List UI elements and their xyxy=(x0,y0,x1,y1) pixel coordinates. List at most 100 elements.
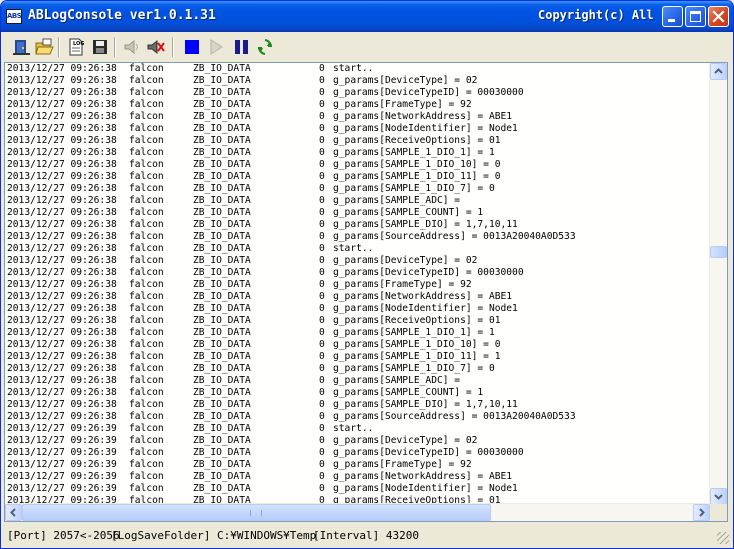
open-folder-button[interactable] xyxy=(34,37,54,57)
log-host: falcon xyxy=(129,327,164,338)
log-message: g_params[SAMPLE_1_DIO_11] = 1 xyxy=(333,351,501,362)
log-message: g_params[DeviceTypeID] = 00030000 xyxy=(333,87,524,98)
log-host: falcon xyxy=(129,423,164,434)
log-line: 2013/12/27 09:26:38 falcon ZB_IO_DATA 0 g_pa… xyxy=(7,411,712,423)
log-level: 0 xyxy=(319,99,325,110)
log-message: g_params[SAMPLE_1_DIO_11] = 0 xyxy=(333,171,501,182)
log-level: 0 xyxy=(319,135,325,146)
log-icon: LOG xyxy=(69,38,84,56)
app-window: ABS ABLogConsole ver1.0.1.31 Copyright(c… xyxy=(0,0,734,549)
log-category: ZB_IO_DATA xyxy=(193,243,251,254)
minimize-button[interactable] xyxy=(662,6,683,27)
sound-mute-button[interactable] xyxy=(146,37,166,57)
log-level: 0 xyxy=(319,459,325,470)
log-timestamp: 2013/12/27 09:26:38 xyxy=(7,327,117,338)
log-message: g_params[FrameType] = 92 xyxy=(333,99,472,110)
log-line: 2013/12/27 09:26:38 falcon ZB_IO_DATA 0 g_pa… xyxy=(7,87,712,99)
log-button[interactable]: LOG xyxy=(66,37,86,57)
exit-button[interactable] xyxy=(12,37,32,57)
log-message: g_params[SAMPLE_DIO] = 1,7,10,11 xyxy=(333,399,518,410)
log-line: 2013/12/27 09:26:38 falcon ZB_IO_DATA 0 g_pa… xyxy=(7,327,712,339)
log-category: ZB_IO_DATA xyxy=(193,207,251,218)
log-timestamp: 2013/12/27 09:26:38 xyxy=(7,195,117,206)
log-level: 0 xyxy=(319,147,325,158)
log-category: ZB_IO_DATA xyxy=(193,459,251,470)
sound-on-button[interactable] xyxy=(122,37,142,57)
log-level: 0 xyxy=(319,291,325,302)
scroll-corner xyxy=(710,504,727,521)
stop-button[interactable] xyxy=(182,37,202,57)
log-line: 2013/12/27 09:26:38 falcon ZB_IO_DATA 0 g_pa… xyxy=(7,303,712,315)
log-category: ZB_IO_DATA xyxy=(193,447,251,458)
log-timestamp: 2013/12/27 09:26:38 xyxy=(7,303,117,314)
chevron-left-icon xyxy=(10,508,16,517)
log-category: ZB_IO_DATA xyxy=(193,219,251,230)
log-message: g_params[FrameType] = 92 xyxy=(333,459,472,470)
scroll-right-button[interactable] xyxy=(693,504,710,521)
log-message: g_params[DeviceTypeID] = 00030000 xyxy=(333,267,524,278)
horizontal-scroll-thumb[interactable] xyxy=(22,504,491,521)
log-view[interactable]: 2013/12/27 09:26:38 falcon ZB_IO_DATA 0 star… xyxy=(4,62,728,522)
scroll-up-button[interactable] xyxy=(710,63,727,80)
pause-button[interactable] xyxy=(232,37,252,57)
log-category: ZB_IO_DATA xyxy=(193,315,251,326)
vertical-scroll-thumb[interactable] xyxy=(710,246,727,258)
vertical-scrollbar[interactable] xyxy=(709,63,727,505)
log-host: falcon xyxy=(129,399,164,410)
log-timestamp: 2013/12/27 09:26:39 xyxy=(7,423,117,434)
log-line: 2013/12/27 09:26:38 falcon ZB_IO_DATA 0 g_pa… xyxy=(7,267,712,279)
log-message: g_params[ReceiveOptions] = 01 xyxy=(333,135,501,146)
log-host: falcon xyxy=(129,195,164,206)
log-level: 0 xyxy=(319,447,325,458)
log-timestamp: 2013/12/27 09:26:38 xyxy=(7,147,117,158)
play-button[interactable] xyxy=(206,37,226,57)
scroll-down-button[interactable] xyxy=(710,488,727,505)
maximize-button[interactable] xyxy=(685,6,706,27)
log-host: falcon xyxy=(129,111,164,122)
log-level: 0 xyxy=(319,363,325,374)
chevron-right-icon xyxy=(699,508,705,517)
log-message: g_params[SAMPLE_1_DIO_7] = 0 xyxy=(333,363,495,374)
title-bar[interactable]: ABS ABLogConsole ver1.0.1.31 Copyright(c… xyxy=(1,1,733,32)
log-level: 0 xyxy=(319,267,325,278)
chevron-up-icon xyxy=(714,68,723,74)
log-line: 2013/12/27 09:26:38 falcon ZB_IO_DATA 0 g_pa… xyxy=(7,339,712,351)
log-line: 2013/12/27 09:26:38 falcon ZB_IO_DATA 0 g_pa… xyxy=(7,375,712,387)
log-host: falcon xyxy=(129,243,164,254)
scroll-left-button[interactable] xyxy=(5,504,22,521)
log-timestamp: 2013/12/27 09:26:38 xyxy=(7,159,117,170)
resize-grip-icon[interactable] xyxy=(717,532,729,544)
log-level: 0 xyxy=(319,159,325,170)
log-message: g_params[NodeIdentifier] = Node1 xyxy=(333,123,518,134)
log-host: falcon xyxy=(129,219,164,230)
window-title: ABLogConsole ver1.0.1.31 xyxy=(28,8,216,23)
log-level: 0 xyxy=(319,255,325,266)
log-level: 0 xyxy=(319,399,325,410)
log-category: ZB_IO_DATA xyxy=(193,411,251,422)
log-timestamp: 2013/12/27 09:26:38 xyxy=(7,75,117,86)
log-timestamp: 2013/12/27 09:26:39 xyxy=(7,435,117,446)
log-line: 2013/12/27 09:26:38 falcon ZB_IO_DATA 0 g_pa… xyxy=(7,387,712,399)
app-logo-icon[interactable]: ABS xyxy=(6,9,22,24)
status-port: [Port] 2057<-2056 xyxy=(7,529,120,542)
horizontal-scrollbar[interactable] xyxy=(5,503,710,521)
log-host: falcon xyxy=(129,99,164,110)
close-button[interactable] xyxy=(708,6,729,27)
status-bar: [Port] 2057<-2056 [LogSaveFolder] C:¥WIN… xyxy=(3,526,731,546)
log-timestamp: 2013/12/27 09:26:38 xyxy=(7,219,117,230)
log-line: 2013/12/27 09:26:38 falcon ZB_IO_DATA 0 g_pa… xyxy=(7,291,712,303)
log-timestamp: 2013/12/27 09:26:38 xyxy=(7,387,117,398)
log-category: ZB_IO_DATA xyxy=(193,387,251,398)
log-timestamp: 2013/12/27 09:26:38 xyxy=(7,255,117,266)
log-line: 2013/12/27 09:26:39 falcon ZB_IO_DATA 0 g_pa… xyxy=(7,483,712,495)
log-line: 2013/12/27 09:26:38 falcon ZB_IO_DATA 0 g_pa… xyxy=(7,207,712,219)
refresh-button[interactable] xyxy=(255,37,275,57)
log-line: 2013/12/27 09:26:38 falcon ZB_IO_DATA 0 g_pa… xyxy=(7,231,712,243)
log-line: 2013/12/27 09:26:38 falcon ZB_IO_DATA 0 g_pa… xyxy=(7,255,712,267)
save-button[interactable] xyxy=(90,37,110,57)
copyright-text: Copyright(c) All ... xyxy=(538,8,683,22)
log-category: ZB_IO_DATA xyxy=(193,147,251,158)
log-level: 0 xyxy=(319,303,325,314)
log-message: g_params[SAMPLE_1_DIO_10] = 0 xyxy=(333,159,501,170)
log-level: 0 xyxy=(319,411,325,422)
